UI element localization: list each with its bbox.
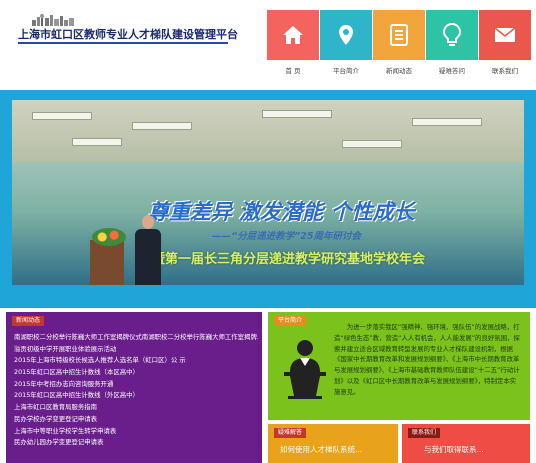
banner-subtitle: ——“分层递进教学”25周年研讨会 <box>212 231 361 242</box>
news-item[interactable]: 溢贡初级中学开展职业体验展示活动 <box>14 344 258 356</box>
nav-news[interactable]: 新闻动态 <box>373 10 425 76</box>
speaker-head <box>142 215 154 229</box>
ceiling-light <box>72 138 122 146</box>
news-item[interactable]: 南湖职校二分校举行陈巍大师工作室揭牌仪式南湖职校二分校举行陈巍大师工作室揭牌..… <box>14 332 258 344</box>
faq-panel[interactable]: 疑难解答 如何使用人才梯队系统... <box>268 424 398 463</box>
speaker-body <box>135 229 161 285</box>
header: 上海市虹口区教师专业人才梯队建设管理平台 首 页 平台简介 新闻动态 疑难答问 … <box>0 0 536 90</box>
news-item[interactable]: 上海市虹口区教育局服务指南 <box>14 402 258 414</box>
news-tag[interactable]: 新闻动态 <box>12 316 45 326</box>
lightbulb-icon <box>443 23 461 46</box>
banner-ceiling <box>12 100 524 162</box>
nav-faq-tile[interactable] <box>426 10 478 60</box>
banner-image: 尊重差异 激发潜能 个性成长 ——“分层递进教学”25周年研讨会 暨第一届长三角… <box>12 100 524 285</box>
speaker-podium-icon <box>284 340 326 399</box>
intro-text: 为进一步落实我区“强精神、强环境、强队伍”的发展战略，打造“绿色生态”教，营造“… <box>334 323 520 396</box>
news-panel: 新闻动态 南湖职校二分校举行陈巍大师工作室揭牌仪式南湖职校二分校举行陈巍大师工作… <box>6 312 262 463</box>
ceiling-light <box>132 122 192 130</box>
faq-tag[interactable]: 疑难解答 <box>274 428 307 438</box>
home-icon <box>283 26 303 44</box>
contact-tag[interactable]: 联系我们 <box>408 428 441 438</box>
nav-about-label: 平台简介 <box>333 67 359 75</box>
nav-faq[interactable]: 疑难答问 <box>426 10 478 76</box>
flower-arrangement <box>92 228 126 246</box>
news-item[interactable]: 民办学校办学变更登记申请表 <box>14 414 258 426</box>
site-logo[interactable]: 上海市虹口区教师专业人才梯队建设管理平台 <box>14 12 249 52</box>
news-item[interactable]: 2015年中考招办志向咨询服务开通 <box>14 379 258 391</box>
nav-contact-tile[interactable] <box>479 10 531 60</box>
contact-panel[interactable]: 联系我们 与我们取得联系... <box>402 424 530 463</box>
intro-tag[interactable]: 平台简介 <box>274 316 307 326</box>
banner-line3: 暨第一届长三角分层递进教学研究基地学校年会 <box>152 252 426 267</box>
nav-news-label: 新闻动态 <box>386 67 412 75</box>
nav-contact[interactable]: 联系我们 <box>479 10 531 76</box>
faq-text[interactable]: 如何使用人才梯队系统... <box>280 444 362 455</box>
nav-faq-label: 疑难答问 <box>439 67 465 75</box>
nav-home-tile[interactable] <box>267 10 319 60</box>
news-item[interactable]: 民办幼儿园办学变更登记申请表 <box>14 437 258 449</box>
news-list: 南湖职校二分校举行陈巍大师工作室揭牌仪式南湖职校二分校举行陈巍大师工作室揭牌..… <box>14 332 258 449</box>
ceiling-light <box>342 140 402 148</box>
news-item[interactable]: 2015年上海市特级校长候选人推荐人选名单（虹口区）公 示 <box>14 355 258 367</box>
news-item[interactable]: 2015年虹口区高中招生计数线（外区高中） <box>14 390 258 402</box>
location-pin-icon <box>339 25 353 45</box>
banner-slogan: 尊重差异 激发潜能 个性成长 <box>148 200 415 224</box>
ceiling-light <box>262 110 332 118</box>
ceiling-light <box>412 118 482 126</box>
podium <box>90 240 124 285</box>
news-item[interactable]: 上海市中等职业学校学生转学申请表 <box>14 426 258 438</box>
site-title: 上海市虹口区教师专业人才梯队建设管理平台 <box>18 28 238 41</box>
nav-home[interactable]: 首 页 <box>267 10 319 76</box>
nav-about-tile[interactable] <box>320 10 372 60</box>
skyline-logo-icon <box>32 14 74 26</box>
news-item[interactable]: 2015年虹口区高中招生计数线（本区高中） <box>14 367 258 379</box>
document-icon <box>390 24 408 46</box>
title-underline <box>18 42 228 44</box>
nav-about[interactable]: 平台简介 <box>320 10 372 76</box>
intro-panel: 平台简介 为进一步落实我区“强精神、强环境、强队伍”的发展战略，打造“绿色生态”… <box>268 312 530 420</box>
nav-news-tile[interactable] <box>373 10 425 60</box>
nav-home-label: 首 页 <box>285 67 301 75</box>
speaker-figure <box>135 215 161 285</box>
envelope-icon <box>494 27 516 42</box>
main-nav: 首 页 平台简介 新闻动态 疑难答问 联系我们 <box>267 10 531 76</box>
contact-text[interactable]: 与我们取得联系... <box>424 444 484 455</box>
nav-contact-label: 联系我们 <box>492 67 518 75</box>
ceiling-light <box>32 112 92 120</box>
